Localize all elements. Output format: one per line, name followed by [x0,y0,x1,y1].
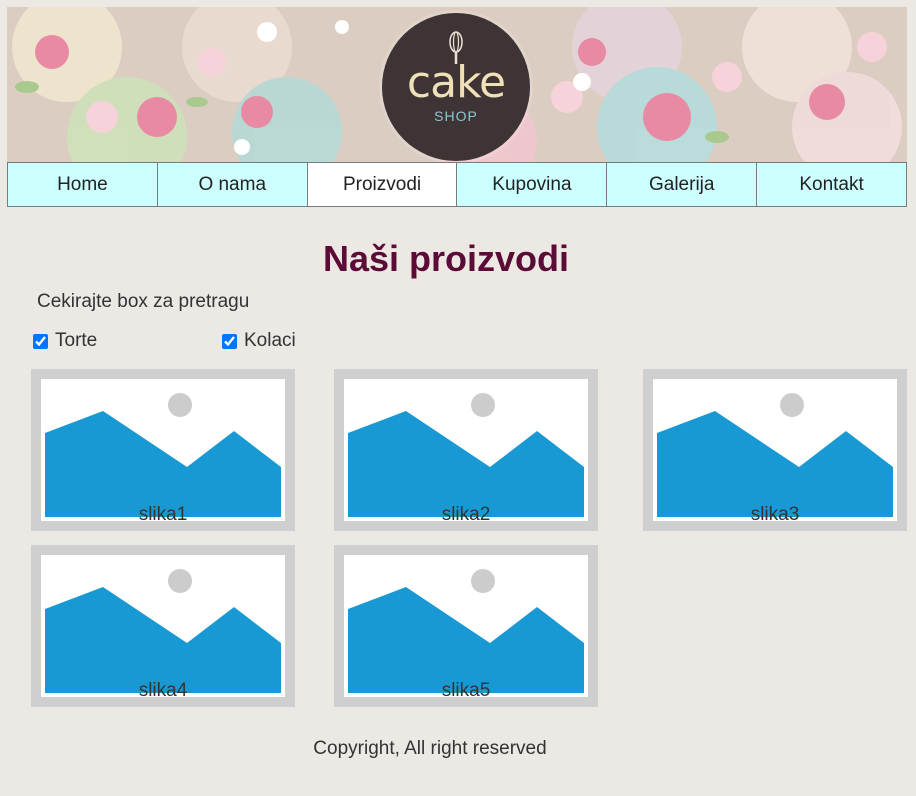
footer-copyright: Copyright, All right reserved [313,738,547,759]
nav-item-kontakt[interactable]: Kontakt [757,162,907,207]
filter-kolaci[interactable]: Kolaci [222,330,296,352]
main-navigation: Home O nama Proizvodi Kupovina Galerija … [7,162,907,207]
product-caption: slika4 [138,680,188,701]
image-placeholder-icon [45,559,281,693]
image-placeholder-icon [348,383,584,517]
product-image[interactable] [41,555,285,697]
product-card[interactable]: slika3 [643,369,907,531]
product-image[interactable] [344,555,588,697]
product-caption: slika5 [441,680,491,701]
cake-shop-logo[interactable]: cake SHOP [382,13,530,161]
product-image[interactable] [41,379,285,521]
product-image[interactable] [344,379,588,521]
product-card[interactable]: slika5 [334,545,598,707]
image-placeholder-icon [348,559,584,693]
nav-item-galerija[interactable]: Galerija [607,162,758,207]
header-banner: cake SHOP [7,7,907,162]
product-card[interactable]: slika1 [31,369,295,531]
kolaci-checkbox[interactable] [222,333,237,349]
torte-label: Torte [55,330,98,351]
product-caption: slika2 [441,504,491,525]
nav-item-o-nama[interactable]: O nama [157,162,308,207]
product-image[interactable] [653,379,897,521]
page-title: Naši proizvodi [322,238,570,279]
image-placeholder-icon [657,383,893,517]
product-card[interactable]: slika4 [31,545,295,707]
filter-hint: Cekirajte box za pretragu [37,291,250,312]
nav-item-proizvodi[interactable]: Proizvodi [307,162,458,207]
kolaci-label: Kolaci [244,330,296,351]
logo-brand-text: cake [406,57,506,108]
logo-sub-text: SHOP [434,108,478,124]
filter-torte[interactable]: Torte [33,330,97,352]
product-card[interactable]: slika2 [334,369,598,531]
product-caption: slika3 [750,504,800,525]
torte-checkbox[interactable] [33,333,48,349]
nav-item-home[interactable]: Home [7,162,158,207]
image-placeholder-icon [45,383,281,517]
product-caption: slika1 [138,504,188,525]
nav-item-kupovina[interactable]: Kupovina [457,162,608,207]
